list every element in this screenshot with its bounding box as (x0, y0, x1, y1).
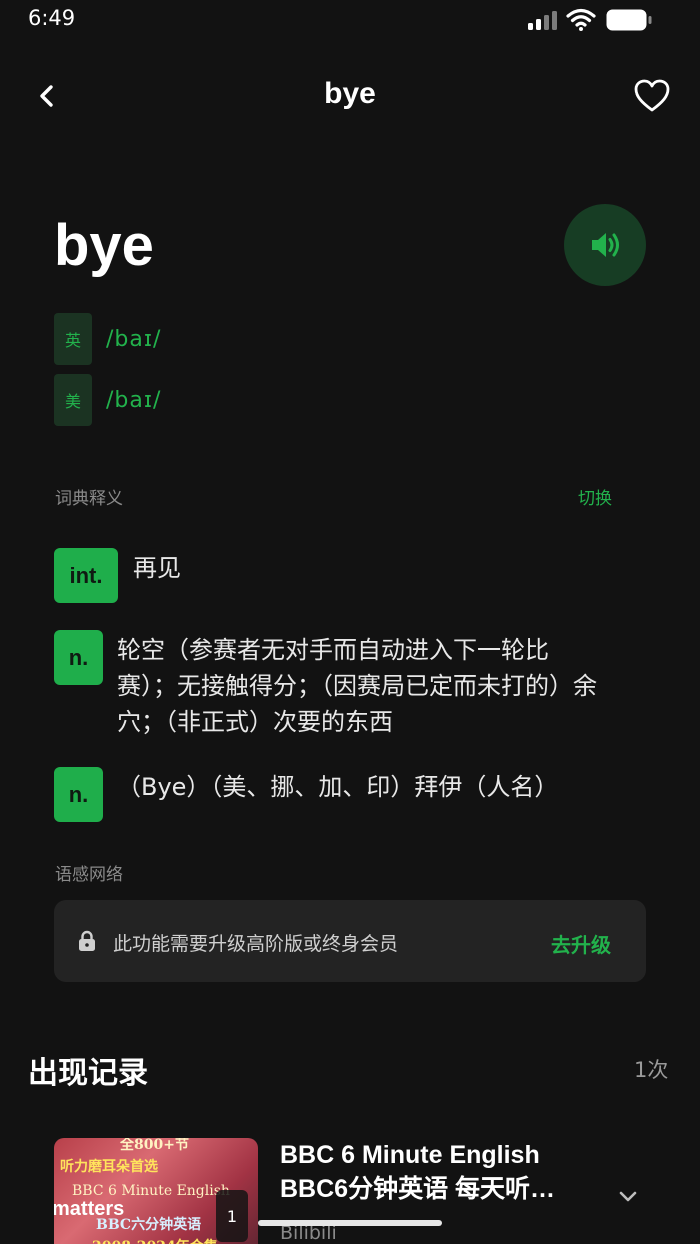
locked-message: 此功能需要升级高阶版或终身会员 (113, 933, 399, 955)
video-thumbnail[interactable]: 全800+节 听力磨耳朵首选 BBC 6 Minute English matt… (54, 1138, 258, 1244)
network-section-label: 语感网络 (55, 865, 123, 885)
wifi-icon (566, 8, 596, 31)
record-item[interactable]: 全800+节 听力磨耳朵首选 BBC 6 Minute English matt… (54, 1138, 674, 1244)
pos-badge: n. (54, 630, 103, 685)
record-title: BBC 6 Minute English BBC6分钟英语 每天听… (280, 1141, 556, 1203)
phonetic-uk[interactable]: 英 /baɪ/ (54, 313, 161, 365)
cellular-signal-icon (528, 10, 558, 30)
headword: bye (54, 213, 154, 278)
lock-icon (79, 930, 95, 951)
definition-text: 再见 (133, 554, 181, 582)
battery-icon (606, 9, 652, 31)
nav-bar: bye (0, 64, 700, 128)
speaker-icon (592, 233, 619, 257)
switch-button[interactable]: 切换 (578, 484, 612, 509)
dictionary-section-label: 词典释义 (55, 489, 123, 509)
page-title: bye (324, 77, 376, 110)
definition-text: 轮空（参赛者无对手而自动进入下一轮比 赛）；无接触得分；（因赛局已定而未打的）余… (117, 636, 597, 736)
locked-feature-card: 此功能需要升级高阶版或终身会员 去升级 (54, 900, 646, 982)
records-count: 1次 (634, 1058, 669, 1082)
status-time: 6:49 (28, 6, 76, 30)
phonetic-text-us: /baɪ/ (106, 387, 162, 413)
home-indicator[interactable] (258, 1220, 442, 1226)
phonetic-text-uk: /baɪ/ (106, 326, 162, 352)
upgrade-button[interactable]: 去升级 (551, 929, 611, 958)
records-title: 出现记录 (28, 1056, 148, 1091)
video-count-badge: 1 (216, 1190, 248, 1242)
status-bar: 6:49 (0, 0, 700, 44)
heart-icon[interactable] (632, 76, 672, 116)
pronounce-button[interactable] (564, 204, 646, 286)
phonetic-us[interactable]: 美 /baɪ/ (54, 374, 161, 426)
pos-badge: n. (54, 767, 103, 822)
phonetic-tag-uk: 英 (54, 313, 92, 365)
phonetic-tag-us: 美 (54, 374, 92, 426)
chevron-down-icon[interactable] (616, 1184, 640, 1208)
pos-badge: int. (54, 548, 118, 603)
definition-text: （Bye）（美、挪、加、印）拜伊（人名） (117, 773, 559, 801)
